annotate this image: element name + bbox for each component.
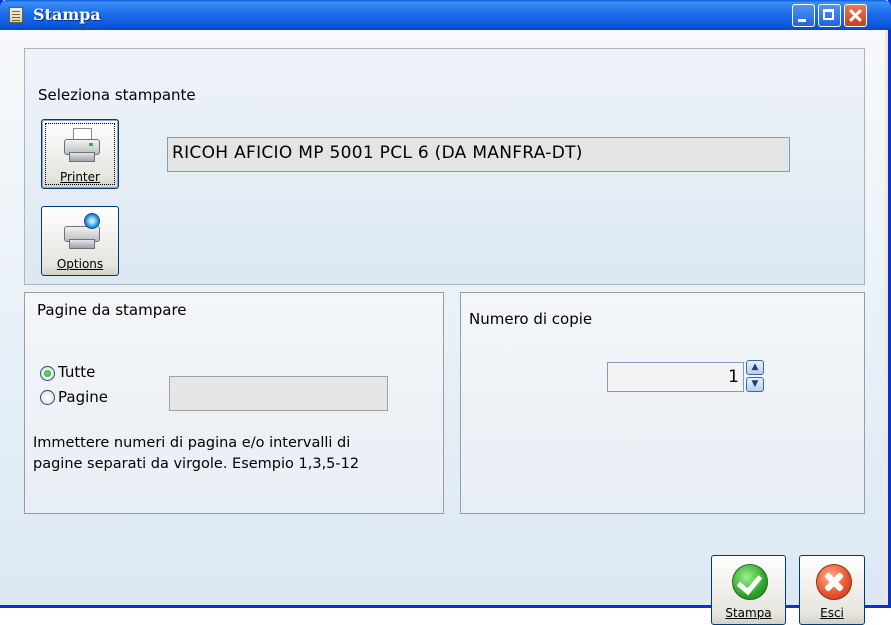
radio-all-label[interactable]: Tutte <box>58 363 95 381</box>
options-button-label: Options <box>56 257 104 271</box>
exit-button-label: Esci <box>820 606 844 620</box>
printer-icon <box>64 128 100 162</box>
options-button[interactable]: Options <box>41 206 119 276</box>
printer-settings-icon <box>64 213 100 249</box>
close-button[interactable] <box>844 4 867 27</box>
copies-input[interactable]: 1 <box>607 362 744 392</box>
minimize-button[interactable] <box>792 4 815 27</box>
title-bar[interactable]: Stampa <box>0 0 891 30</box>
copies-increment-button[interactable]: ▲ <box>746 360 764 375</box>
exit-button[interactable]: Esci <box>799 555 865 625</box>
page-range-hint-line1: Immettere numeri di pagina e/o intervall… <box>33 435 351 451</box>
radio-all-pages[interactable] <box>40 366 55 381</box>
page-range-hint-line2: pagine separati da virgole. Esempio 1,3,… <box>33 456 360 472</box>
radio-page-range[interactable] <box>40 390 55 405</box>
pages-section-label: Pagine da stampare <box>37 301 187 319</box>
close-x-icon <box>816 564 852 600</box>
print-button[interactable]: Stampa <box>711 555 786 625</box>
maximize-button[interactable] <box>818 4 841 27</box>
window-title: Stampa <box>33 5 101 24</box>
page-range-input[interactable] <box>169 376 388 411</box>
copies-section-label: Numero di copie <box>469 310 593 328</box>
copies-decrement-button[interactable]: ▼ <box>746 377 764 392</box>
radio-pages-label[interactable]: Pagine <box>58 388 108 406</box>
document-icon <box>9 7 23 23</box>
print-button-label: Stampa <box>725 606 772 620</box>
selected-printer-field[interactable]: RICOH AFICIO MP 5001 PCL 6 (DA MANFRA-DT… <box>167 137 790 172</box>
printer-button-label: Printer <box>60 170 100 184</box>
printer-section-label: Seleziona stampante <box>38 86 196 104</box>
printer-button[interactable]: Printer <box>41 119 119 189</box>
checkmark-icon <box>732 564 768 600</box>
